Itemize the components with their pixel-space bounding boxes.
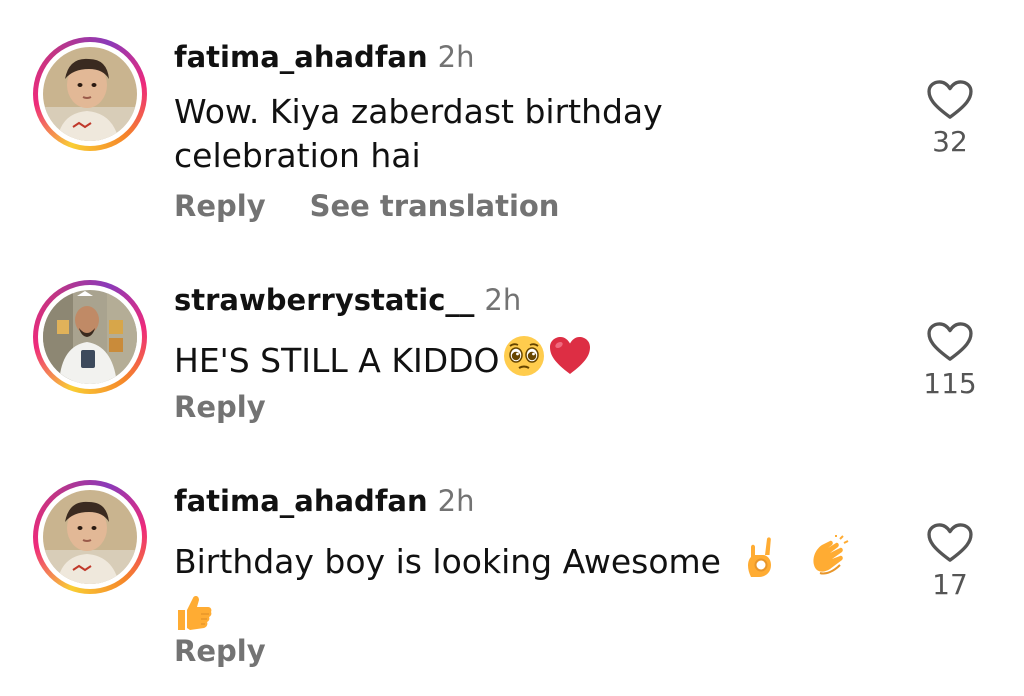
- timestamp: 2h: [437, 484, 475, 518]
- reply-button[interactable]: Reply: [174, 634, 266, 668]
- clapping-hands-emoji: [806, 535, 850, 590]
- comment-header: fatima_ahadfan 2h: [174, 484, 475, 518]
- heart-icon[interactable]: [927, 523, 973, 563]
- comment-actions: Reply: [174, 634, 266, 668]
- ok-hand-emoji: [741, 535, 781, 590]
- avatar[interactable]: [33, 480, 147, 594]
- child-portrait-icon: [43, 490, 137, 584]
- comment-3: fatima_ahadfan 2h Birthday boy is looking…: [0, 0, 1024, 696]
- like-control: 17: [920, 523, 980, 601]
- comment-text-line: Birthday boy is looking Awesome: [174, 542, 721, 581]
- username[interactable]: fatima_ahadfan: [174, 484, 428, 518]
- avatar-photo: [43, 490, 137, 584]
- comment-text: Birthday boy is looking Awesome: [174, 535, 874, 645]
- like-count: 17: [932, 568, 968, 601]
